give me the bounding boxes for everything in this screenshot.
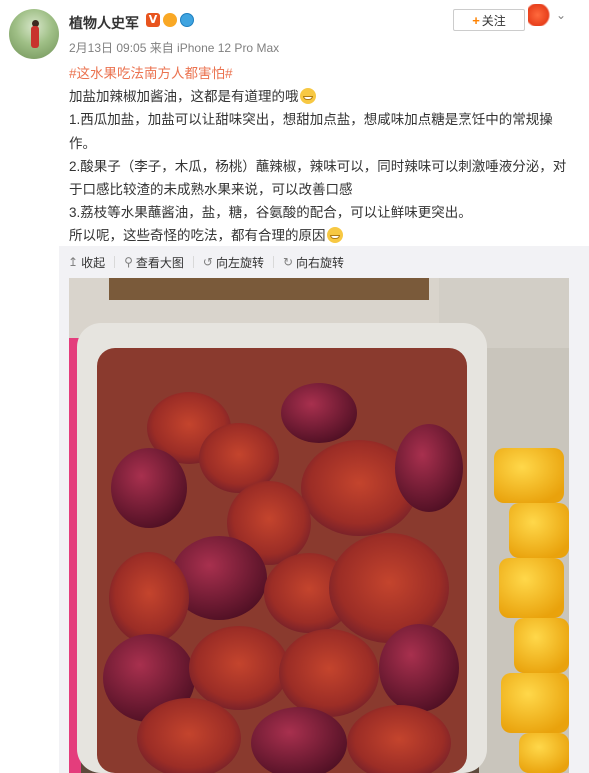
content-line-3: 2.酸果子（李子，木瓜，杨桃）蘸辣椒，辣味可以，同时辣味可以刺激唾液分泌，对于口… [69, 158, 567, 198]
follow-button[interactable]: + 关注 [453, 9, 525, 31]
rotate-left-icon: ↺ [202, 255, 213, 269]
collapse-label: 收起 [81, 255, 106, 270]
grin-emoji-icon [299, 88, 316, 105]
collapse-button[interactable]: ↥ 收起 [59, 254, 114, 271]
avatar[interactable] [9, 9, 59, 59]
view-large-button[interactable]: ⚲ 查看大图 [115, 254, 193, 271]
post-meta: 2月13日 09:05 来自 iPhone 12 Pro Max [69, 41, 280, 55]
level-badge-icon[interactable] [163, 13, 177, 27]
avatar-figure-body [31, 26, 39, 48]
rotate-right-button[interactable]: ↻ 向右旋转 [274, 254, 353, 271]
post-photo[interactable] [69, 278, 569, 773]
topic-link[interactable]: #这水果吃法南方人都害怕# [69, 66, 233, 81]
follow-label: 关注 [481, 13, 506, 28]
content-line-2: 1.西瓜加盐，加盐可以让甜味突出，想甜加点盐，想咸味加点糖是烹饪中的常规操作。 [69, 112, 553, 151]
grin-emoji-icon [326, 227, 343, 244]
verified-v-icon[interactable]: V [146, 13, 160, 27]
rotate-left-label: 向左旋转 [215, 255, 264, 270]
user-badges: V [146, 13, 194, 27]
post-content: #这水果吃法南方人都害怕# 加盐加辣椒加酱油，这都是有道理的哦 1.西瓜加盐，加… [69, 62, 569, 248]
rotate-right-label: 向右旋转 [296, 255, 345, 270]
view-large-label: 查看大图 [135, 255, 184, 270]
chevron-down-icon[interactable]: ⌄ [552, 8, 570, 22]
globe-badge-icon[interactable] [180, 13, 194, 27]
arrow-up-icon: ↥ [68, 255, 79, 269]
content-line-1: 加盐加辣椒加酱油，这都是有道理的哦 [69, 89, 299, 105]
username[interactable]: 植物人史军 [69, 13, 139, 33]
festival-decoration-icon [528, 4, 552, 26]
rotate-right-icon: ↻ [282, 255, 294, 269]
content-line-5: 所以呢，这些奇怪的吃法，都有合理的原因 [69, 228, 326, 244]
rotate-left-button[interactable]: ↺ 向左旋转 [194, 254, 273, 271]
plus-icon: + [472, 12, 480, 28]
media-toolbar: ↥ 收起 ⚲ 查看大图 ↺ 向左旋转 ↻ 向右旋转 [59, 246, 589, 278]
mango-pieces [494, 448, 569, 773]
content-line-4: 3.荔枝等水果蘸酱油，盐，糖，谷氨酸的配合，可以让鲜味更突出。 [69, 205, 472, 221]
media-panel: ↥ 收起 ⚲ 查看大图 ↺ 向左旋转 ↻ 向右旋转 [59, 246, 589, 773]
magnifier-icon: ⚲ [124, 255, 133, 269]
